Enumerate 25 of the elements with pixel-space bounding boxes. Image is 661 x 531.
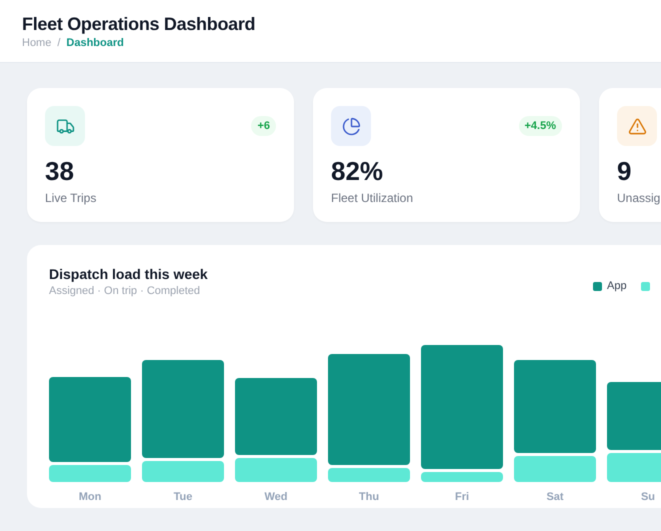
breadcrumb-separator: / [57, 36, 60, 50]
breadcrumb-link[interactable]: Dashboard [66, 36, 124, 50]
page-title: Fleet Operations Dashboard [22, 13, 256, 35]
truck-icon [56, 116, 74, 136]
warning-icon [628, 116, 646, 136]
change-badge: +6 [251, 116, 276, 136]
stat-value: 38 [45, 156, 75, 186]
breadcrumb-link[interactable]: Home [22, 36, 52, 50]
stat-label: Fleet Utilization [331, 190, 414, 206]
day-label: Thu [358, 490, 380, 504]
stat-value: 82% [331, 156, 384, 186]
day-label: Mon [78, 490, 102, 504]
day-label: Su [640, 490, 656, 504]
change-badge: +4.5% [518, 116, 562, 136]
chart-title: Dispatch load this week [49, 265, 209, 283]
stat-label: Unassig [617, 190, 661, 206]
pie-chart-icon [342, 116, 360, 136]
day-label: Fri [454, 490, 470, 504]
chart-subtitle: Assigned · On trip · Completed [49, 284, 202, 298]
day-label: Sat [546, 490, 564, 504]
stat-label: Live Trips [45, 190, 98, 206]
legend-label: App [607, 279, 627, 294]
day-label: Tue [174, 490, 192, 504]
stat-value: 9 [617, 156, 632, 186]
day-label: Wed [264, 490, 288, 504]
